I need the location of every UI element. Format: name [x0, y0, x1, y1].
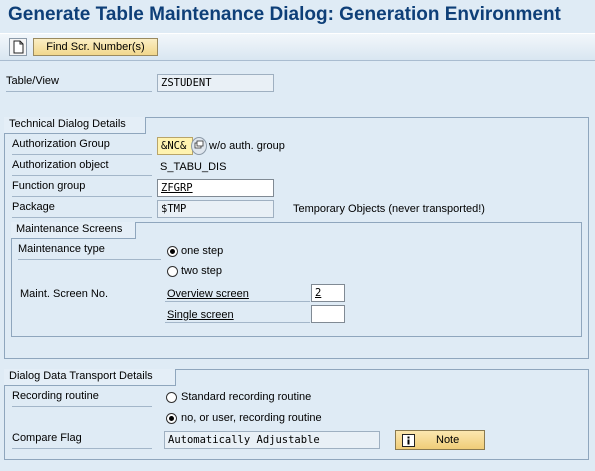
maint-screen-no-label: Maint. Screen No. [20, 288, 109, 300]
user-recording-label: no, or user, recording routine [181, 412, 322, 424]
function-group-field[interactable]: ZFGRP [157, 179, 274, 197]
package-field[interactable]: $TMP [157, 200, 274, 218]
two-step-radio[interactable] [167, 266, 178, 277]
table-view-label: Table/View [6, 75, 152, 92]
maintenance-type-label-text: Maintenance type [18, 243, 105, 255]
authorization-object-value: S_TABU_DIS [160, 161, 227, 173]
function-group-value: ZFGRP [161, 182, 193, 194]
function-group-label-text: Function group [12, 180, 86, 192]
package-label-text: Package [12, 201, 55, 213]
note-button[interactable]: Note [395, 430, 485, 450]
recording-routine-label-text: Recording routine [12, 390, 99, 402]
technical-dialog-details-heading: Technical Dialog Details [4, 117, 146, 134]
user-recording-radio[interactable] [166, 413, 177, 424]
authorization-group-label: Authorization Group [12, 138, 152, 155]
single-screen-field[interactable] [311, 305, 345, 323]
overview-screen-row: Overview screen [165, 285, 310, 302]
overview-screen-label: Overview screen [167, 288, 249, 300]
standard-recording-radio[interactable] [166, 392, 177, 403]
document-icon[interactable] [9, 38, 27, 56]
function-group-label: Function group [12, 180, 152, 197]
authorization-group-desc: w/o auth. group [209, 140, 285, 152]
compare-flag-label-text: Compare Flag [12, 432, 82, 444]
single-screen-label: Single screen [167, 309, 234, 321]
authorization-object-label: Authorization object [12, 159, 152, 176]
transport-details-heading: Dialog Data Transport Details [4, 369, 176, 386]
compare-flag-label: Compare Flag [12, 432, 152, 449]
one-step-radio[interactable] [167, 246, 178, 257]
page-title: Generate Table Maintenance Dialog: Gener… [8, 4, 561, 25]
one-step-label: one step [181, 245, 224, 257]
table-view-label-text: Table/View [6, 75, 59, 87]
authorization-group-label-text: Authorization Group [12, 138, 110, 150]
possible-values-icon[interactable] [191, 137, 207, 155]
two-step-label: two step [181, 265, 222, 277]
single-screen-row: Single screen [165, 306, 310, 323]
standard-recording-label: Standard recording routine [181, 391, 312, 403]
find-screen-numbers-button[interactable]: Find Scr. Number(s) [33, 38, 158, 56]
info-icon [402, 434, 415, 447]
authorization-group-field[interactable]: &NC& [157, 137, 193, 155]
package-desc: Temporary Objects (never transported!) [293, 203, 485, 215]
note-button-label: Note [436, 434, 460, 446]
recording-routine-label: Recording routine [12, 390, 152, 407]
compare-flag-field[interactable]: Automatically Adjustable [164, 431, 380, 449]
authorization-object-label-text: Authorization object [12, 159, 109, 171]
toolbar: Find Scr. Number(s) [0, 33, 595, 61]
overview-screen-value: 2 [315, 287, 322, 299]
table-view-field[interactable]: ZSTUDENT [157, 74, 274, 92]
maintenance-screens-heading: Maintenance Screens [11, 222, 136, 239]
package-label: Package [12, 201, 152, 218]
overview-screen-field[interactable]: 2 [311, 284, 345, 302]
maintenance-type-label: Maintenance type [18, 243, 161, 260]
